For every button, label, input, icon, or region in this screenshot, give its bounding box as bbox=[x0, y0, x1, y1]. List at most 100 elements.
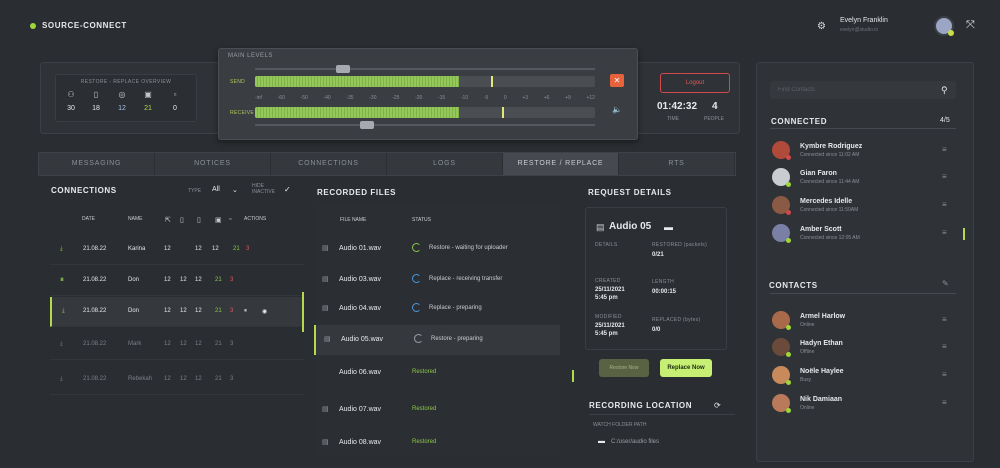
find-contacts-input[interactable] bbox=[770, 81, 956, 99]
row-name: Rebekah bbox=[128, 376, 153, 382]
pause-icon[interactable]: ⏸ bbox=[244, 308, 247, 315]
tab-rts[interactable]: RTS bbox=[619, 153, 735, 175]
scale-tick: -50 bbox=[300, 95, 308, 101]
contact-person[interactable]: Armel Harlow Online ≡ bbox=[772, 311, 962, 335]
document-icon: ▤ bbox=[322, 406, 329, 413]
receive-fader-knob[interactable] bbox=[360, 121, 374, 129]
download-icon[interactable]: ⤓ bbox=[60, 246, 63, 253]
menu-icon[interactable]: ≡ bbox=[942, 315, 947, 324]
row-name: Don bbox=[128, 308, 140, 314]
receive-fader-track[interactable] bbox=[255, 124, 595, 126]
user-avatar[interactable] bbox=[934, 16, 954, 36]
settings-gear-icon[interactable]: ⚙ bbox=[817, 21, 826, 32]
file-row[interactable]: Audio 06.wav Restored bbox=[314, 358, 560, 388]
scale-tick: -60 bbox=[277, 95, 285, 101]
logout-button[interactable]: Logout bbox=[660, 73, 730, 93]
col-upload-icon: ▫ bbox=[229, 216, 232, 223]
eye-icon[interactable]: ◉ bbox=[262, 308, 267, 315]
download-icon[interactable]: ⤓ bbox=[60, 376, 63, 383]
connection-row-selected[interactable]: ⤓ 21.08.22 Don 12 12 12 21 3 ⏸ ◉ bbox=[50, 297, 304, 327]
send-fader-track[interactable] bbox=[255, 68, 595, 70]
search-icon[interactable]: ⚲ bbox=[941, 85, 948, 96]
scale-tick: -5 bbox=[483, 95, 489, 101]
connection-row[interactable]: ⏸ 21.08.22 Don 12 12 12 21 3 bbox=[50, 266, 304, 296]
send-meter bbox=[255, 76, 595, 87]
main-tabs: MESSAGING NOTICES CONNECTIONS LOGS RESTO… bbox=[38, 152, 736, 176]
hide-inactive-checkbox[interactable]: ✓ bbox=[284, 185, 291, 194]
file-row-selected[interactable]: ▤ Audio 05.wav Restore - preparing bbox=[314, 325, 560, 355]
replace-now-button[interactable]: Replace Now bbox=[660, 359, 712, 377]
edit-pencil-icon[interactable]: ✎ bbox=[942, 279, 949, 288]
file-name: Audio 06.wav bbox=[339, 369, 382, 376]
file-row[interactable]: ▤ Audio 07.wav Restored bbox=[314, 395, 560, 425]
modified-label: MODIFIED bbox=[595, 314, 622, 320]
watch-folder-path[interactable]: C:/user/audio files bbox=[611, 439, 659, 445]
user-name: Evelyn Franklin bbox=[840, 17, 888, 24]
upload-icon: ▫ bbox=[173, 90, 177, 99]
pause-circle-icon[interactable]: ⏸ bbox=[60, 275, 64, 285]
menu-icon[interactable]: ≡ bbox=[942, 172, 947, 181]
created-time: 5:45 pm bbox=[595, 295, 618, 301]
file-row[interactable]: ▤ Audio 04.wav Replace - preparing bbox=[314, 294, 560, 324]
avatar bbox=[772, 366, 791, 385]
volume-icon[interactable]: 🔈 bbox=[612, 105, 622, 114]
tab-connections[interactable]: CONNECTIONS bbox=[271, 153, 387, 175]
files-scrollbar[interactable] bbox=[572, 370, 574, 382]
status-dot bbox=[30, 22, 36, 29]
type-filter-label: TYPE bbox=[188, 188, 202, 194]
scale-tick: -35 bbox=[346, 95, 354, 101]
menu-icon[interactable]: ≡ bbox=[942, 228, 947, 237]
fullscreen-icon[interactable]: ⤧ bbox=[966, 19, 975, 32]
tab-notices[interactable]: NOTICES bbox=[155, 153, 271, 175]
status-dot bbox=[786, 408, 791, 413]
receive-label: RECEIVE bbox=[230, 110, 255, 116]
tab-messaging[interactable]: MESSAGING bbox=[39, 153, 155, 175]
scale-tick: -25 bbox=[392, 95, 400, 101]
connected-person[interactable]: Mercedes Idelle Connected since 11:50AM … bbox=[772, 196, 962, 220]
file-status: Replace - preparing bbox=[429, 305, 482, 311]
menu-icon[interactable]: ≡ bbox=[942, 200, 947, 209]
file-status: Restored bbox=[412, 439, 437, 445]
send-fader-knob[interactable] bbox=[336, 65, 350, 73]
connected-person[interactable]: Kymbre Rodriguez Connected since 11:02 A… bbox=[772, 141, 962, 165]
download-icon[interactable]: ⤓ bbox=[62, 308, 65, 315]
connections-scrollbar[interactable] bbox=[302, 292, 304, 332]
row-val: 12 bbox=[164, 246, 171, 252]
menu-icon[interactable]: ≡ bbox=[942, 145, 947, 154]
download-icon[interactable]: ⤓ bbox=[60, 341, 63, 348]
menu-icon[interactable]: ≡ bbox=[942, 342, 947, 351]
connected-person[interactable]: Amber Scott Connected since 12:05 AM ≡ bbox=[772, 224, 962, 248]
tab-logs[interactable]: LOGS bbox=[387, 153, 503, 175]
file-row[interactable]: ▤ Audio 08.wav Restored bbox=[314, 428, 560, 458]
row-val: 12 bbox=[195, 341, 202, 347]
row-val: 12 bbox=[195, 277, 202, 283]
scale-tick: -30 bbox=[369, 95, 377, 101]
contact-person[interactable]: Nik Damiaan Online ≡ bbox=[772, 394, 962, 418]
menu-icon[interactable]: ≡ bbox=[942, 370, 947, 379]
mute-mic-button[interactable]: ✕ bbox=[610, 74, 624, 87]
folder-icon[interactable]: ▬ bbox=[664, 222, 673, 232]
connected-person[interactable]: Gian Faron Connected since 11:44 AM ≡ bbox=[772, 168, 962, 192]
user-email: evelyn@studio.io bbox=[840, 27, 879, 33]
row-name: Karina bbox=[128, 246, 146, 252]
refresh-icon[interactable]: ⟳ bbox=[714, 401, 721, 410]
connection-row[interactable]: ⤓ 21.08.22 Karina 12 12 12 21 3 bbox=[50, 235, 304, 265]
people-scrollbar[interactable] bbox=[963, 228, 965, 240]
contact-person[interactable]: Hadyn Ethan Offline ≡ bbox=[772, 338, 962, 362]
chevron-down-icon[interactable]: ⌄ bbox=[232, 186, 238, 194]
type-filter-select[interactable]: All bbox=[212, 186, 220, 193]
connection-row[interactable]: ⤓ 21.08.22 Mark 12 12 12 21 3 bbox=[50, 330, 304, 360]
restore-now-button[interactable]: Restore Now bbox=[599, 359, 649, 377]
tab-restore-replace[interactable]: RESTORE / REPLACE bbox=[503, 153, 619, 175]
folder-icon[interactable]: ▬ bbox=[598, 438, 605, 445]
menu-icon[interactable]: ≡ bbox=[942, 398, 947, 407]
file-name: Audio 08.wav bbox=[339, 439, 382, 446]
status-dot bbox=[786, 352, 791, 357]
file-row[interactable]: ▤ Audio 03.wav Replace - receiving trans… bbox=[314, 265, 560, 295]
details-label: DETAILS bbox=[595, 242, 618, 248]
connection-row[interactable]: ⤓ 21.08.22 Rebekah 12 12 12 21 3 bbox=[50, 365, 304, 395]
status-dot bbox=[786, 182, 791, 187]
person-name: Mercedes Idelle bbox=[800, 198, 853, 205]
contact-person[interactable]: Noële Haylee Busy ≡ bbox=[772, 366, 962, 390]
file-row[interactable]: ▤ Audio 01.wav Restore - waiting for upl… bbox=[314, 234, 560, 264]
